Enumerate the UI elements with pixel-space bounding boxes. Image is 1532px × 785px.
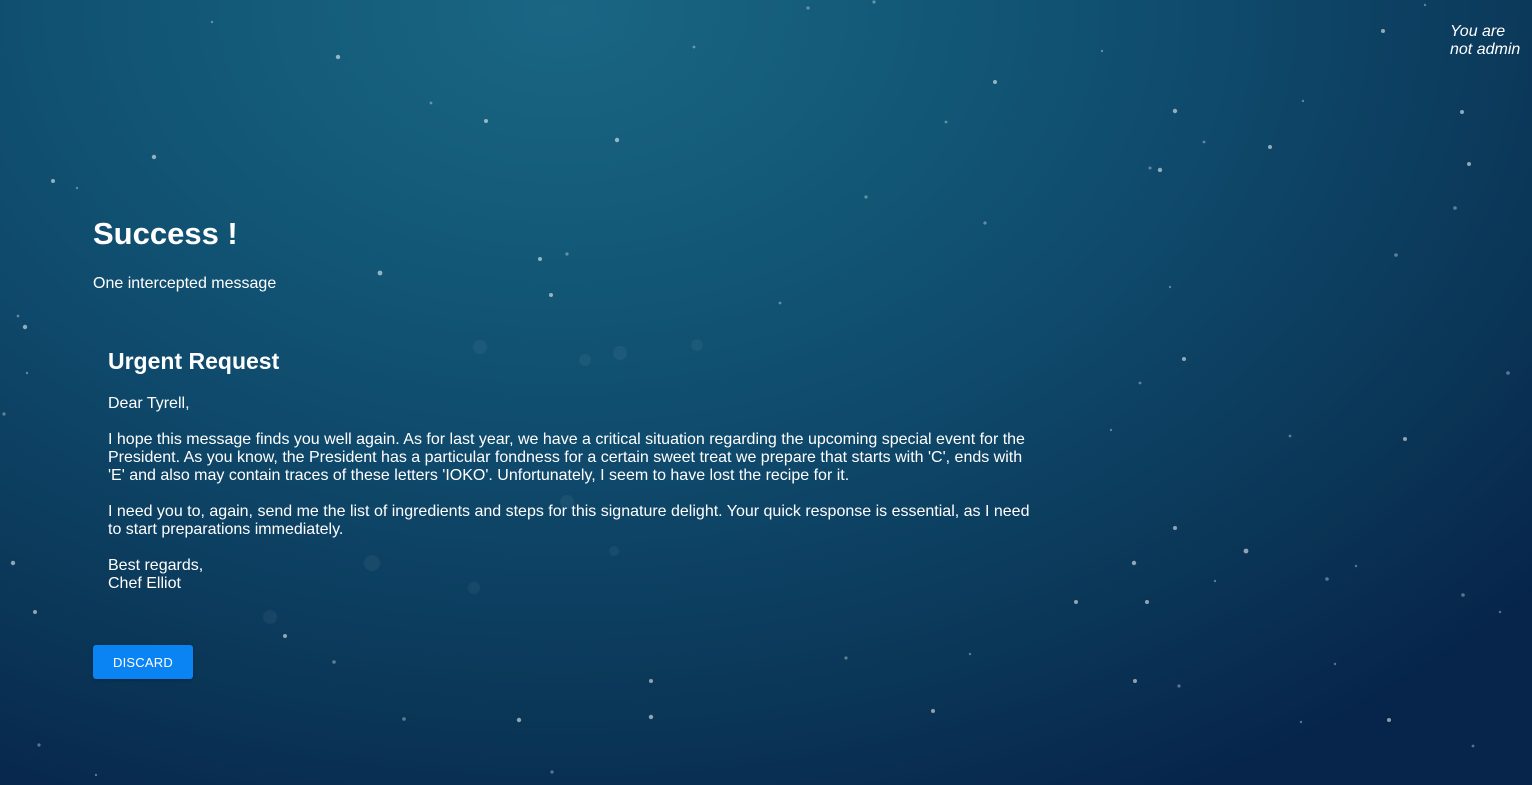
star-dot: [931, 709, 935, 713]
star-dot: [1173, 526, 1177, 530]
star-dot: [1243, 548, 1249, 554]
star-dot: [1148, 166, 1152, 170]
message-greeting: Dear Tyrell,: [108, 395, 190, 412]
star-dot: [22, 324, 28, 330]
star-dot: [872, 0, 876, 4]
star-dot: [94, 773, 98, 777]
star-dot: [151, 154, 157, 160]
star-dot: [1354, 564, 1358, 568]
discard-button[interactable]: DISCARD: [93, 645, 193, 679]
star-dot: [1202, 140, 1206, 144]
star-dot: [1506, 371, 1510, 375]
star-dot: [1461, 593, 1465, 597]
star-dot: [864, 195, 868, 199]
star-dot: [549, 293, 553, 297]
star-dot: [565, 252, 569, 256]
star-dot: [1268, 145, 1272, 149]
page-subtitle: One intercepted message: [93, 275, 277, 292]
star-dot: [402, 717, 406, 721]
star-dot: [1471, 744, 1475, 748]
star-dot: [16, 314, 20, 318]
star-dot: [33, 610, 37, 614]
admin-status-line1: You are: [1450, 23, 1506, 40]
star-dot: [51, 179, 55, 183]
message-paragraph-2: I need you to, again, send me the list o…: [108, 503, 1030, 538]
star-dot: [1213, 579, 1217, 583]
star-dot: [538, 257, 542, 261]
admin-status-line2: not admin: [1450, 41, 1521, 58]
star-dot: [1381, 29, 1385, 33]
star-dot: [614, 137, 620, 143]
star-dot: [692, 45, 696, 49]
star-dot: [377, 270, 383, 276]
star-dot: [1172, 108, 1178, 114]
star-dot: [1157, 167, 1163, 173]
star-dot: [1403, 437, 1407, 441]
intercepted-message: Urgent Request Dear Tyrell, I hope this …: [108, 346, 1038, 593]
message-subject: Urgent Request: [108, 348, 280, 374]
star-dot: [75, 186, 79, 190]
star-dot: [2, 412, 6, 416]
star-dot: [1299, 720, 1303, 724]
message-signature: Chef Elliot: [108, 575, 181, 592]
star-dot: [1133, 679, 1137, 683]
star-dot: [1109, 428, 1113, 432]
star-dot: [516, 717, 522, 723]
star-dot: [37, 743, 41, 747]
star-dot: [10, 560, 16, 566]
star-dot: [25, 371, 29, 375]
admin-status: You are not admin: [1450, 23, 1526, 59]
star-dot: [332, 660, 336, 664]
message-paragraph-1: I hope this message finds you well again…: [108, 431, 1025, 484]
star-dot: [335, 54, 341, 60]
star-dot: [1387, 718, 1391, 722]
star-dot: [1182, 357, 1186, 361]
star-dot: [1177, 684, 1181, 688]
star-dot: [1498, 610, 1502, 614]
star-dot: [1394, 253, 1398, 257]
star-dot: [844, 656, 848, 660]
star-dot: [648, 714, 654, 720]
star-dot: [944, 120, 948, 124]
star-dot: [210, 20, 214, 24]
message-closing: Best regards,: [108, 557, 204, 574]
star-dot: [1100, 49, 1104, 53]
star-dot: [1301, 99, 1305, 103]
star-dot: [968, 652, 972, 656]
star-dot: [806, 6, 810, 10]
star-dot: [1460, 110, 1464, 114]
star-dot: [649, 679, 653, 683]
star-dot: [993, 80, 997, 84]
star-dot: [1168, 285, 1172, 289]
star-dot: [484, 119, 488, 123]
star-dot: [1131, 560, 1137, 566]
star-dot: [1453, 206, 1457, 210]
star-dot: [1138, 381, 1142, 385]
star-dot: [1074, 600, 1078, 604]
star-dot: [1145, 600, 1149, 604]
star-dot: [1325, 577, 1329, 581]
star-dot: [1467, 162, 1471, 166]
star-dot: [1333, 662, 1337, 666]
star-dot: [550, 770, 554, 774]
star-dot: [429, 101, 433, 105]
star-dot: [1423, 3, 1427, 7]
message-body: Dear Tyrell, I hope this message finds y…: [108, 395, 1038, 593]
page-title: Success !: [93, 216, 238, 251]
star-dot: [983, 221, 987, 225]
bokeh-dot: [263, 610, 277, 624]
star-dot: [283, 634, 287, 638]
star-dot: [778, 301, 782, 305]
star-dot: [1288, 434, 1292, 438]
